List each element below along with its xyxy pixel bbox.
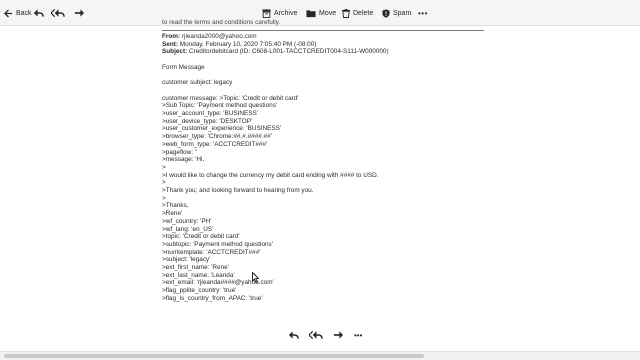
bottom-more-button[interactable]: ••• [354, 331, 362, 340]
message-line: >Sub Topic: 'Payment method questions' [162, 102, 278, 110]
reply-all-icon [51, 8, 65, 18]
message-line: >flag_pplite_country: 'true' [162, 287, 237, 295]
message-line: customer message: >Topic: 'Credit or deb… [162, 94, 299, 102]
message-line: >pageflow: '' [162, 148, 198, 156]
message-line: >web_form_type: 'ACCTCREDIT###' [162, 140, 268, 148]
trash-icon [342, 8, 350, 18]
move-label: Move [319, 9, 337, 17]
message-line: >Thanks, [162, 202, 189, 210]
folder-icon [306, 9, 316, 17]
message-line: >numtemplate: 'ACCTCREDIT###' [162, 248, 261, 256]
bottom-reply-button[interactable] [288, 330, 299, 340]
message-line: >ext_email: 'rjleanda####@yahoo.com' [162, 279, 274, 287]
more-dots-icon: ••• [418, 8, 428, 18]
message-line: >flag_is_country_from_APAC: 'true' [162, 294, 263, 302]
archive-label: Archive [274, 9, 298, 17]
message-line: >topic: 'Credit or debit card' [162, 233, 240, 241]
reply-all-button[interactable] [51, 4, 65, 22]
subject-label: Subject: [162, 48, 188, 56]
back-label: Back [16, 9, 32, 17]
quote-divider [162, 30, 484, 31]
message-line: >subtopic: 'Payment method questions' [162, 240, 273, 248]
message-line: >Thank you; and looking forward to heari… [162, 187, 314, 195]
message-line: >subject: 'legacy' [162, 256, 211, 264]
bottom-reply-all-button[interactable] [309, 330, 323, 340]
from-email-link[interactable]: rjleanda2000@yahoo.com [182, 33, 257, 40]
forward-button[interactable] [74, 4, 85, 22]
horizontal-scrollbar[interactable] [0, 351, 640, 360]
sent-date: Monday, February 10, 2020 7:05:40 PM (-0… [179, 40, 317, 48]
previous-text-fragment: to read the terms and conditions careful… [162, 19, 281, 26]
message-line: >wf_country: 'PH' [162, 217, 212, 225]
message-line: >user_account_type: 'BUSINESS' [162, 110, 259, 118]
mouse-pointer-icon [252, 272, 259, 283]
delete-label: Delete [353, 9, 374, 17]
reply-button[interactable] [33, 4, 44, 22]
bottom-action-bar: ••• [288, 329, 372, 341]
message-line: > [162, 194, 166, 202]
message-line: >Rene' [162, 210, 183, 218]
message-line: Form Message [162, 63, 205, 71]
arrow-left-icon [4, 8, 13, 18]
message-line: >message: 'Hi, [162, 156, 205, 164]
message-line: >user_customer_experience: 'BUSINESS' [162, 125, 282, 133]
form-message-lines: Form Message customer subject: legacy cu… [162, 64, 492, 303]
message-line: >user_device_type: 'DESKTOP' [162, 117, 253, 125]
message-line: customer subject: legacy [162, 79, 233, 87]
shield-icon [382, 8, 390, 18]
sent-label: Sent: [162, 40, 178, 48]
message-body: to read the terms and conditions careful… [162, 19, 492, 303]
spam-label: Spam [393, 9, 412, 17]
message-line: >ext_first_name: 'Rene' [162, 264, 229, 272]
message-line [162, 87, 492, 95]
quoted-header: From: rjleanda2000@yahoo.com Sent: Monda… [162, 33, 492, 56]
message-line: >ext_last_name: 'Leanda' [162, 271, 235, 279]
reply-all-icon [309, 330, 323, 340]
message-line: > [162, 163, 166, 171]
bottom-forward-button[interactable] [333, 330, 344, 340]
reply-icon [288, 331, 299, 339]
message-line [162, 72, 492, 80]
forward-icon [74, 9, 85, 17]
more-dots-icon: ••• [354, 330, 363, 340]
message-line: >browser_type: 'Chrome:##.#.####.##' [162, 133, 272, 141]
subject-text: Creditordebitcard (ID: C608-L001-TACCTCR… [189, 48, 389, 56]
forward-icon [333, 331, 344, 339]
message-line: >wf_lang: 'en_US' [162, 225, 214, 233]
from-label: From: [162, 33, 181, 40]
back-button[interactable]: Back [4, 4, 32, 22]
message-line: > [162, 179, 166, 187]
archive-icon [262, 8, 271, 18]
reply-icon [33, 9, 44, 17]
scrollbar-thumb[interactable] [4, 354, 424, 358]
message-line: >I would like to change the currency my … [162, 171, 379, 179]
